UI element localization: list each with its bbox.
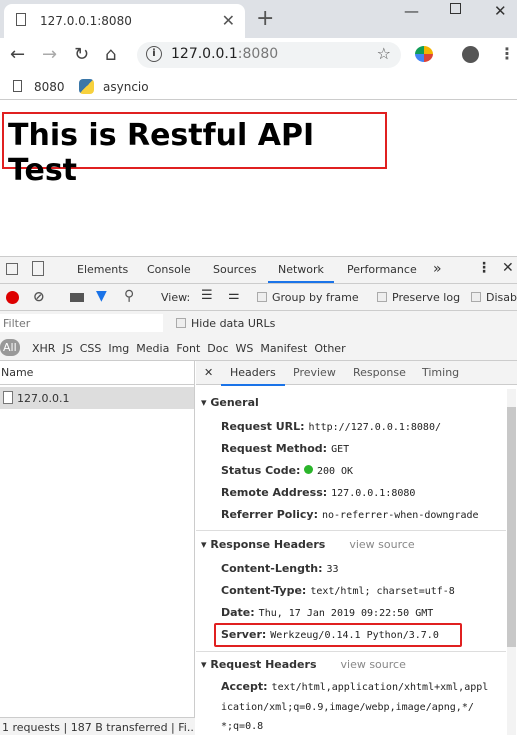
type-filter-row: All XHR JS CSS Img Media Font Doc WS Man… bbox=[0, 336, 517, 361]
screenshot-icon[interactable] bbox=[70, 293, 84, 302]
tab-timing[interactable]: Timing bbox=[422, 366, 459, 379]
type-other[interactable]: Other bbox=[314, 342, 345, 355]
waterfall-icon[interactable]: ⚌ bbox=[228, 288, 240, 303]
close-window-button[interactable]: ✕ bbox=[494, 2, 507, 20]
type-all[interactable]: All bbox=[0, 339, 20, 356]
type-media[interactable]: Media bbox=[136, 342, 169, 355]
type-font[interactable]: Font bbox=[176, 342, 200, 355]
scrollbar[interactable] bbox=[507, 389, 516, 735]
maximize-button[interactable] bbox=[450, 3, 461, 14]
content-type: Content-Type: text/html; charset=utf-8 bbox=[221, 584, 455, 597]
request-list: Name 127.0.0.1 bbox=[0, 361, 195, 717]
close-details-icon[interactable]: ✕ bbox=[204, 366, 213, 379]
device-toolbar-icon[interactable] bbox=[32, 261, 44, 276]
browser-tab[interactable]: 127.0.0.1:8080 ✕ bbox=[4, 4, 245, 38]
status-code: Status Code: 200 OK bbox=[221, 464, 354, 477]
general-section-toggle[interactable]: ▾ General bbox=[201, 396, 259, 409]
bookmarks-bar bbox=[0, 72, 517, 100]
bookmark-8080[interactable]: 8080 bbox=[34, 80, 65, 94]
close-devtools-icon[interactable]: ✕ bbox=[502, 260, 514, 276]
tab-network[interactable]: Network bbox=[268, 263, 334, 283]
type-doc[interactable]: Doc bbox=[207, 342, 228, 355]
close-tab-icon[interactable]: ✕ bbox=[222, 11, 235, 30]
new-tab-button[interactable]: + bbox=[256, 6, 274, 31]
response-headers-toggle[interactable]: ▾ Response Headers view source bbox=[201, 538, 415, 551]
accept-header-cont: ication/xml;q=0.9,image/webp,image/apng,… bbox=[221, 702, 474, 713]
large-rows-icon[interactable]: ☰ bbox=[201, 288, 213, 303]
type-img[interactable]: Img bbox=[108, 342, 129, 355]
record-icon[interactable] bbox=[6, 291, 19, 304]
request-method: Request Method: GET bbox=[221, 442, 350, 455]
page-icon bbox=[16, 13, 26, 26]
view-source-link[interactable]: view source bbox=[341, 658, 406, 671]
type-ws[interactable]: WS bbox=[236, 342, 254, 355]
disable-cache-checkbox[interactable]: Disab bbox=[471, 291, 517, 304]
tab-preview[interactable]: Preview bbox=[293, 366, 336, 379]
group-by-frame-checkbox[interactable]: Group by frame bbox=[257, 291, 359, 304]
server-header: Server: Werkzeug/0.14.1 Python/3.7.0 bbox=[221, 628, 439, 641]
accept-header: Accept: text/html,application/xhtml+xml,a… bbox=[221, 680, 489, 693]
info-icon[interactable]: i bbox=[146, 46, 162, 62]
filter-row: Hide data URLs bbox=[0, 311, 517, 336]
filter-input[interactable] bbox=[0, 314, 163, 332]
request-details: ✕ Headers Preview Response Timing ▾ Gene… bbox=[196, 361, 517, 735]
view-label: View: bbox=[161, 291, 191, 304]
content-length: Content-Length: 33 bbox=[221, 562, 339, 575]
bookmark-asyncio[interactable]: asyncio bbox=[103, 80, 149, 94]
preserve-log-checkbox[interactable]: Preserve log bbox=[377, 291, 460, 304]
referrer-policy: Referrer Policy: no-referrer-when-downgra… bbox=[221, 508, 479, 521]
reload-button[interactable]: ↻ bbox=[74, 44, 89, 65]
document-icon bbox=[3, 391, 13, 404]
bookmark-star-icon[interactable]: ☆ bbox=[377, 44, 391, 63]
devtools-menu-icon[interactable]: ⋮ bbox=[477, 260, 491, 276]
python-icon bbox=[79, 79, 94, 94]
more-tabs-button[interactable]: » bbox=[433, 261, 442, 277]
url-port: :8080 bbox=[237, 46, 279, 62]
inspect-icon[interactable] bbox=[6, 263, 18, 275]
extension-icon[interactable] bbox=[415, 46, 433, 62]
view-source-link[interactable]: view source bbox=[349, 538, 414, 551]
tab-elements[interactable]: Elements bbox=[77, 263, 128, 276]
tab-response[interactable]: Response bbox=[353, 366, 406, 379]
request-headers-toggle[interactable]: ▾ Request Headers view source bbox=[201, 658, 406, 671]
name-column-header[interactable]: Name bbox=[0, 361, 194, 385]
date-header: Date: Thu, 17 Jan 2019 09:22:50 GMT bbox=[221, 606, 434, 619]
request-row[interactable]: 127.0.0.1 bbox=[0, 387, 194, 409]
page-icon bbox=[13, 80, 22, 92]
tab-performance[interactable]: Performance bbox=[347, 263, 417, 276]
page-heading: This is Restful API Test bbox=[8, 118, 315, 188]
type-manifest[interactable]: Manifest bbox=[260, 342, 307, 355]
profile-icon[interactable] bbox=[462, 46, 479, 63]
type-xhr[interactable]: XHR bbox=[32, 342, 55, 355]
page-heading-highlight: This is Restful API Test bbox=[2, 112, 387, 188]
tab-headers[interactable]: Headers bbox=[221, 366, 285, 386]
home-button[interactable]: ⌂ bbox=[105, 44, 116, 65]
network-toolbar: ⊘ ▼ ⚲ View: ☰ ⚌ Group by frame Preserve … bbox=[0, 284, 517, 311]
back-button[interactable]: ← bbox=[10, 44, 25, 65]
type-css[interactable]: CSS bbox=[80, 342, 102, 355]
status-ok-icon bbox=[303, 465, 313, 474]
devtools-panel: Elements Console Sources Network Perform… bbox=[0, 256, 517, 735]
network-status-bar: 1 requests | 187 B transferred | Fi... bbox=[0, 717, 195, 735]
minimize-button[interactable]: — bbox=[404, 2, 419, 20]
remote-address: Remote Address: 127.0.0.1:8080 bbox=[221, 486, 416, 499]
devtools-tab-bar: Elements Console Sources Network Perform… bbox=[0, 257, 517, 284]
menu-icon[interactable]: ⋮ bbox=[499, 44, 515, 63]
accept-header-cont: *;q=0.8 bbox=[221, 721, 264, 732]
address-bar[interactable]: i 127.0.0.1:8080 ☆ bbox=[137, 42, 401, 68]
request-name: 127.0.0.1 bbox=[17, 392, 70, 405]
clear-icon[interactable]: ⊘ bbox=[33, 289, 45, 305]
tab-title: 127.0.0.1:8080 bbox=[40, 14, 132, 28]
filter-icon[interactable]: ▼ bbox=[96, 288, 107, 304]
type-filters: XHR JS CSS Img Media Font Doc WS Manifes… bbox=[32, 342, 346, 355]
request-url: Request URL: http://127.0.0.1:8080/ bbox=[221, 420, 441, 433]
forward-button[interactable]: → bbox=[42, 44, 57, 65]
url-host: 127.0.0.1 bbox=[171, 46, 238, 62]
tab-console[interactable]: Console bbox=[147, 263, 191, 276]
type-js[interactable]: JS bbox=[62, 342, 72, 355]
tab-sources[interactable]: Sources bbox=[213, 263, 257, 276]
hide-data-urls-checkbox[interactable]: Hide data URLs bbox=[176, 317, 275, 330]
search-icon[interactable]: ⚲ bbox=[124, 288, 134, 304]
